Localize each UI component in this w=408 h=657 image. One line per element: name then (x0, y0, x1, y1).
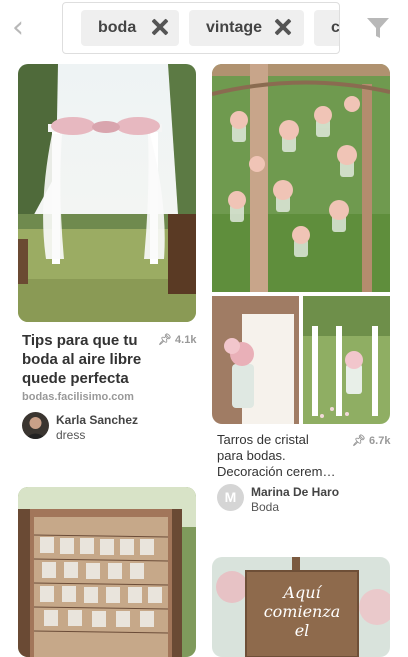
avatar[interactable] (22, 412, 49, 439)
funnel-icon[interactable] (366, 16, 390, 40)
pin-image-wooden-sign[interactable]: Aquí comienza el (212, 557, 390, 657)
pin-title-line: Tips para que tu (22, 332, 138, 349)
pin-icon: 📌︎ (352, 435, 366, 447)
chip-label: c (331, 19, 340, 36)
top-bar: ‹ boda vintage c (0, 0, 408, 58)
sign-text: Aquí comienza el (250, 583, 354, 640)
sign-text-line: el (294, 621, 310, 640)
pin-image-photo-wall[interactable] (18, 487, 196, 657)
avatar[interactable]: M (217, 484, 244, 511)
pin-title[interactable]: Tips para que tu boda al aire libre qued… (22, 331, 141, 388)
back-chevron-icon[interactable]: ‹ (12, 13, 36, 43)
filter-chip-boda[interactable]: boda (81, 10, 179, 46)
pin-image-jar-collage[interactable] (212, 64, 390, 424)
pinner-name[interactable]: Karla Sanchez (56, 413, 138, 427)
board-name[interactable]: Boda (251, 500, 279, 514)
pin-description-line: para bodas. (217, 448, 286, 463)
pinner-name[interactable]: Marina De Haro (251, 485, 339, 499)
chip-label: vintage (206, 19, 263, 36)
pin-icon: 📌︎ (158, 334, 172, 346)
pin-description-line: Tarros de cristal (217, 432, 309, 447)
remove-chip-icon[interactable] (151, 18, 169, 36)
filter-chip-partial[interactable]: c (314, 10, 340, 46)
remove-chip-icon[interactable] (274, 18, 292, 36)
save-count-value: 6.7k (369, 435, 391, 447)
pin-title-line: quede perfecta (22, 370, 129, 387)
sign-text-line: comienza (263, 602, 341, 621)
pin-description-line: Decoración cerem… (217, 464, 336, 479)
save-count: 📌︎ 6.7k (352, 434, 390, 447)
chip-label: boda (98, 19, 137, 36)
save-count-value: 4.1k (175, 334, 197, 346)
pin-description[interactable]: Tarros de cristal para bodas. Decoración… (217, 432, 336, 480)
pin-source-link[interactable]: bodas.facilisimo.com (22, 391, 134, 403)
board-name[interactable]: dress (56, 428, 85, 442)
search-filter-bar[interactable]: boda vintage c (62, 2, 340, 54)
save-count: 📌︎ 4.1k (158, 333, 196, 346)
pin-title-line: boda al aire libre (22, 351, 142, 368)
pin-image-wedding-arch[interactable] (18, 64, 196, 322)
filter-chip-vintage[interactable]: vintage (189, 10, 304, 46)
sign-text-line: Aquí (283, 583, 321, 602)
